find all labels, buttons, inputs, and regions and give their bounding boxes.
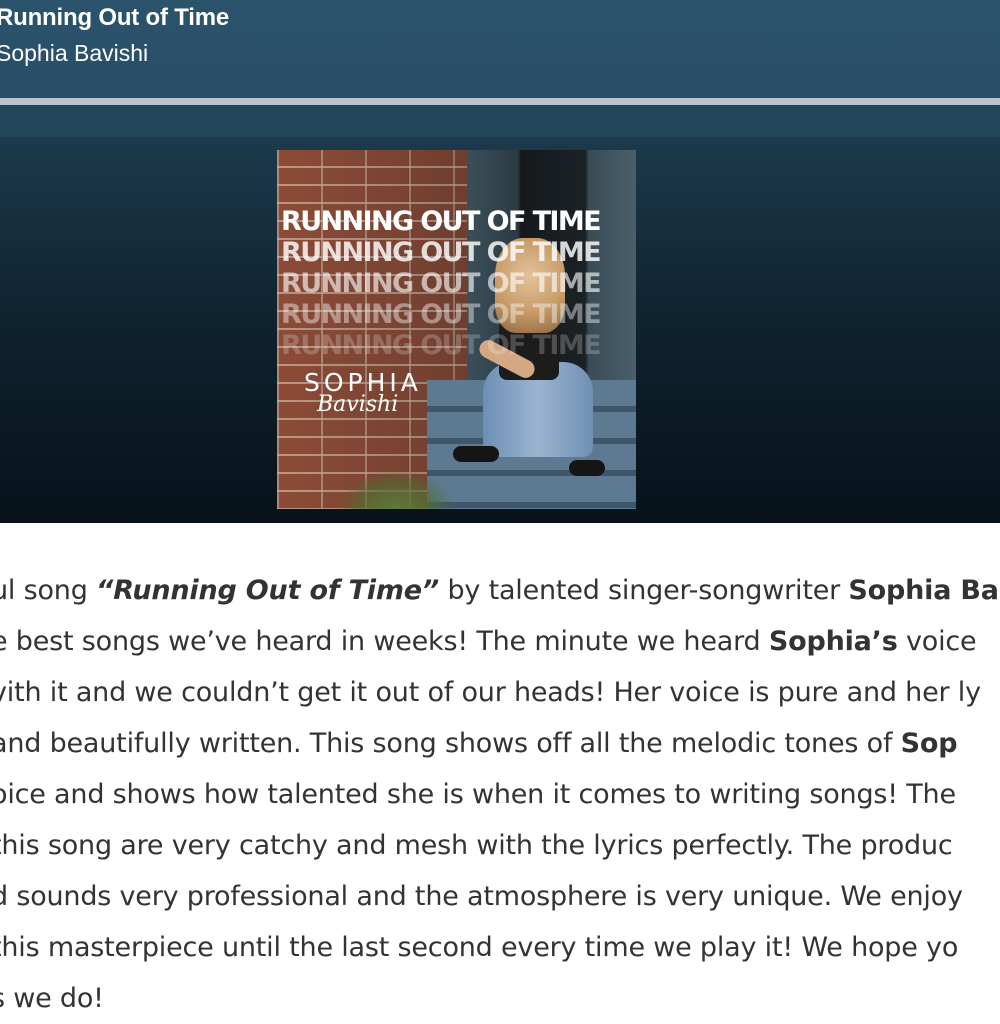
album-cover: RUNNING OUT OF TIME RUNNING OUT OF TIME … [277,150,636,509]
article-text: e best songs we’ve heard in weeks! The m… [0,626,769,657]
progress-bar-fill [0,98,1000,105]
grass [337,470,457,509]
article-body: ul song “Running Out of Time” by talente… [0,565,1000,1024]
spotify-embed-player[interactable]: Running Out of Time Sophia Bavishi RUNNI… [0,0,1000,523]
article-text: and beautifully written. This song shows… [0,728,901,759]
article-text: by talented singer-songwriter [439,575,849,606]
cover-title-row-4: RUNNING OUT OF TIME [281,299,602,330]
article-line: and beautifully written. This song shows… [0,718,1000,769]
article-text: ul song [0,575,97,606]
cover-title-row-5: RUNNING OUT OF TIME [281,330,602,361]
article-line: ul song “Running Out of Time” by talente… [0,565,1000,616]
song-title-text: “Running Out of Time” [96,575,440,606]
player-header: Running Out of Time Sophia Bavishi [0,0,1000,100]
player-controls-area [0,105,1000,137]
artist-name-text: Sophia Ba [848,575,999,606]
artist-name[interactable]: Sophia Bavishi [0,40,148,67]
cover-logo-script: Bavishi [317,392,399,417]
cover-title-row-2: RUNNING OUT OF TIME [281,237,602,268]
cover-title-row-3: RUNNING OUT OF TIME [281,268,602,299]
article-text: voice [897,626,977,657]
artist-name-text: Sop [900,728,958,759]
progress-bar[interactable] [0,98,1000,105]
article-line: d sounds very professional and the atmos… [0,881,963,912]
article-line: e best songs we’ve heard in weeks! The m… [0,616,1000,667]
article-line: this song are very catchy and mesh with … [0,830,953,861]
artist-name-text: Sophia’s [768,626,898,657]
article-line: s we do! [0,983,104,1014]
shoe-left [453,446,499,462]
article-line: vith it and we couldn’t get it out of ou… [0,677,981,708]
track-title[interactable]: Running Out of Time [0,4,229,32]
article-line: this masterpiece until the last second e… [0,932,959,963]
cover-title-row-1: RUNNING OUT OF TIME [281,206,602,237]
article-line: oice and shows how talented she is when … [0,779,956,810]
shoe-right [569,460,605,476]
